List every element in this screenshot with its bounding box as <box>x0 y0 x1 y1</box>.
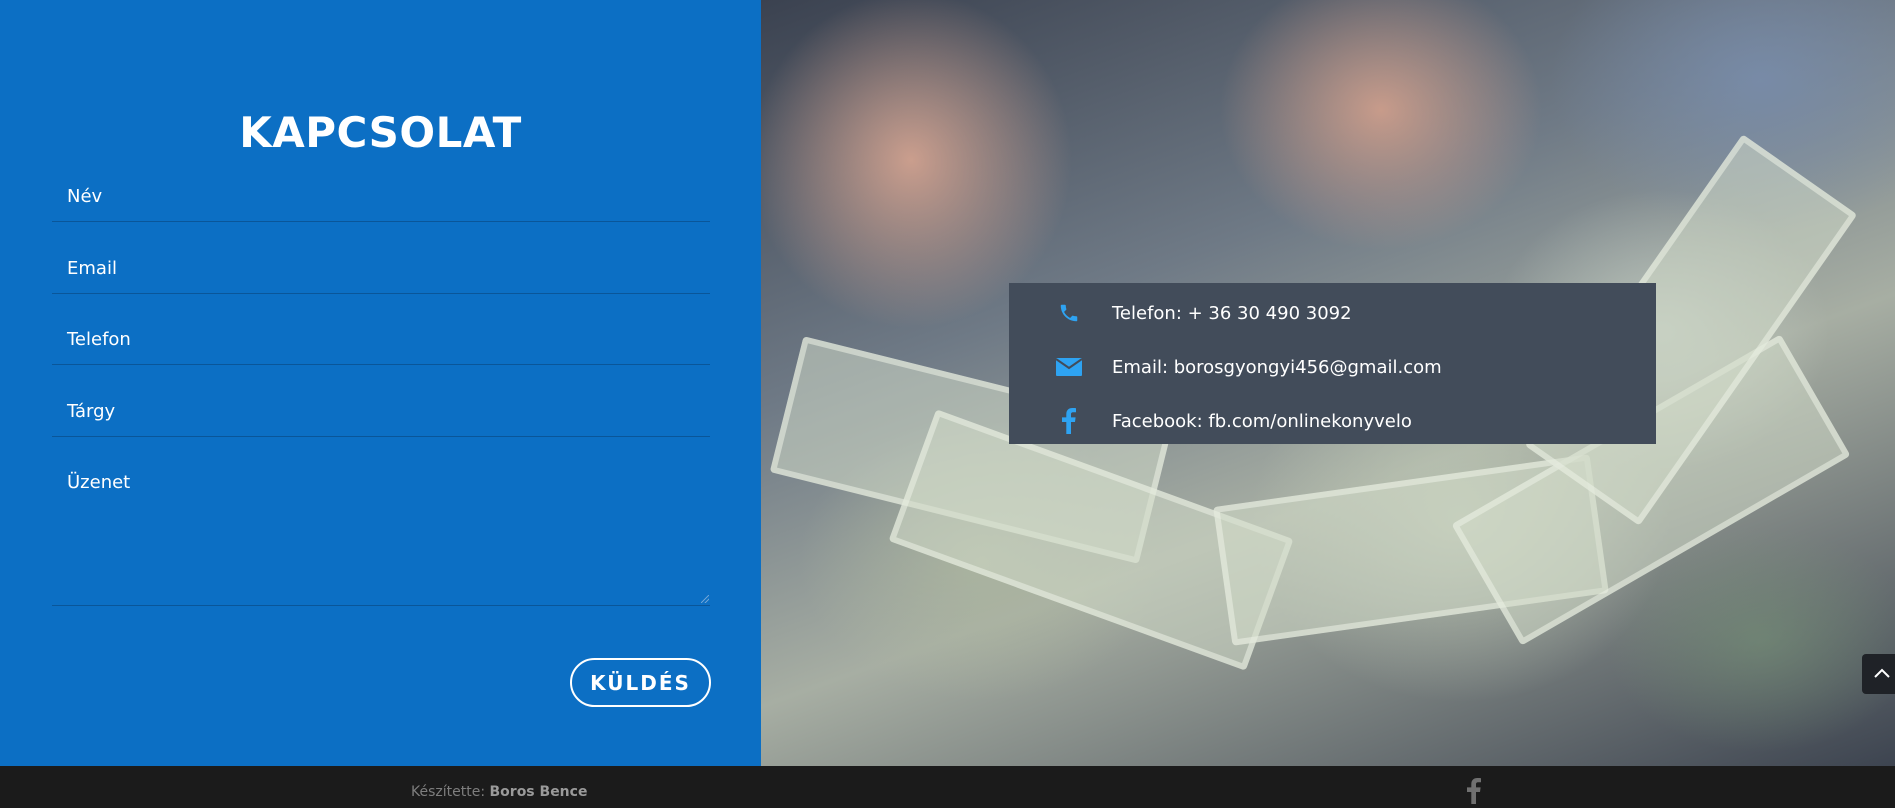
email-placeholder: Email <box>67 258 117 279</box>
phone-icon <box>1054 298 1084 328</box>
email-text: Email: borosgyongyi456@gmail.com <box>1112 356 1442 378</box>
scroll-to-top-button[interactable] <box>1862 654 1895 694</box>
credit-name[interactable]: Boros Bence <box>490 784 588 800</box>
phone-text: Telefon: + 36 30 490 3092 <box>1112 302 1352 324</box>
resize-handle[interactable] <box>701 595 709 603</box>
name-input[interactable]: Név <box>52 172 710 222</box>
facebook-row[interactable]: Facebook: fb.com/onlinekonyvelo <box>1054 406 1412 436</box>
subject-input[interactable]: Tárgy <box>52 387 710 437</box>
subject-placeholder: Tárgy <box>67 401 116 422</box>
envelope-icon <box>1054 352 1084 382</box>
email-row[interactable]: Email: borosgyongyi456@gmail.com <box>1054 352 1442 382</box>
contact-info-box: Telefon: + 36 30 490 3092 Email: borosgy… <box>1009 283 1656 444</box>
footer-credit: Készítette: Boros Bence <box>411 784 587 800</box>
phone-row[interactable]: Telefon: + 36 30 490 3092 <box>1054 298 1352 328</box>
credit-prefix: Készítette: <box>411 784 486 800</box>
chevron-up-icon <box>1874 665 1890 683</box>
facebook-text: Facebook: fb.com/onlinekonyvelo <box>1112 410 1412 432</box>
footer: Készítette: Boros Bence <box>0 766 1895 808</box>
email-input[interactable]: Email <box>52 244 710 294</box>
facebook-icon[interactable] <box>1467 778 1491 808</box>
contact-title: KAPCSOLAT <box>239 108 522 157</box>
phone-placeholder: Telefon <box>67 329 131 350</box>
message-textarea[interactable]: Üzenet <box>52 452 710 606</box>
contact-form-section: KAPCSOLAT Név Email Telefon Tárgy Üzenet… <box>0 0 761 766</box>
message-placeholder: Üzenet <box>67 472 131 493</box>
send-button[interactable]: KÜLDÉS <box>570 658 711 707</box>
facebook-icon <box>1054 406 1084 436</box>
name-placeholder: Név <box>67 186 103 207</box>
phone-input[interactable]: Telefon <box>52 315 710 365</box>
